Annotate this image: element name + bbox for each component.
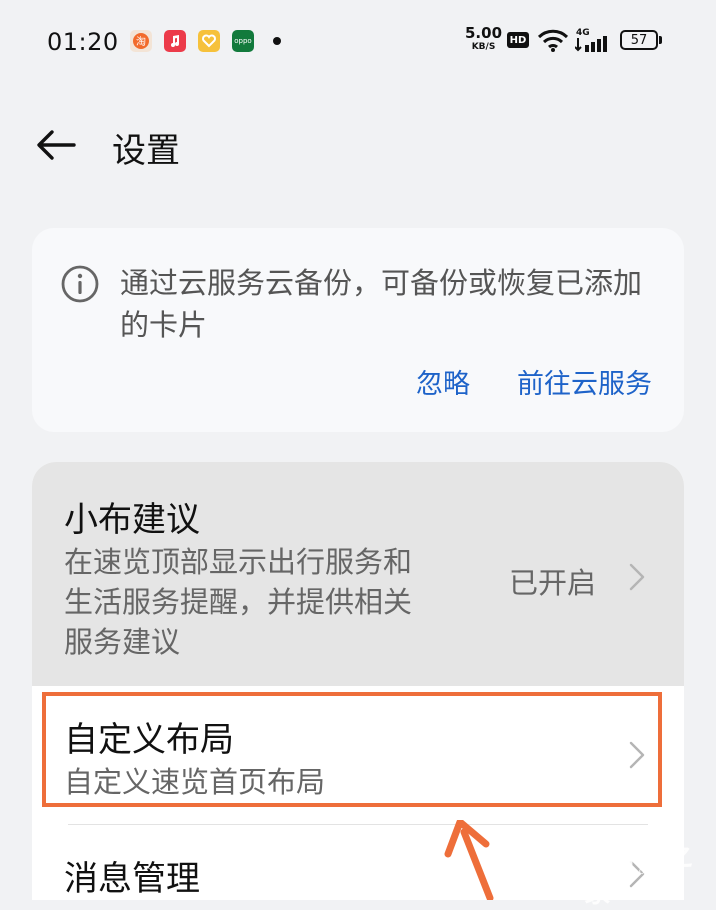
notification-dot-icon bbox=[273, 37, 281, 45]
message-management-title: 消息管理 bbox=[64, 859, 200, 899]
taobao-app-icon: 淘 bbox=[130, 30, 152, 52]
chevron-right-icon bbox=[629, 563, 645, 591]
back-arrow-icon[interactable] bbox=[36, 128, 76, 162]
watermark-url: www.oppo.cn bbox=[586, 866, 664, 877]
info-icon bbox=[61, 265, 99, 303]
page-title: 设置 bbox=[112, 131, 180, 171]
cloud-backup-message: 通过云服务云备份，可备份或恢复已添加的卡片 bbox=[120, 266, 643, 342]
heart-app-icon bbox=[198, 30, 220, 52]
battery-icon: 57 bbox=[620, 30, 658, 50]
xiaobu-suggestion-title: 小布建议 bbox=[64, 500, 200, 540]
music-app-icon bbox=[164, 30, 186, 52]
battery-level: 57 bbox=[630, 32, 648, 48]
xiaobu-suggestion-item[interactable]: 小布建议 在速览顶部显示出行服务和 生活服务提醒，并提供相关 服务建议 已开启 bbox=[32, 462, 684, 686]
settings-list: 小布建议 在速览顶部显示出行服务和 生活服务提醒，并提供相关 服务建议 已开启 … bbox=[32, 462, 684, 900]
ignore-button[interactable]: 忽略 bbox=[416, 362, 470, 401]
hd-icon: HD bbox=[507, 32, 529, 48]
cloud-backup-card: 通过云服务云备份，可备份或恢复已添加的卡片 忽略 前往云服务 bbox=[32, 228, 684, 432]
signal-icon bbox=[575, 36, 607, 52]
battery-tip bbox=[659, 36, 662, 44]
status-bar: 01:20 淘 oppo 5.00 KB/S HD 4G 57 bbox=[0, 0, 716, 84]
oppo-app-icon: oppo bbox=[232, 30, 254, 52]
wifi-icon bbox=[537, 29, 569, 52]
clock: 01:20 bbox=[47, 28, 119, 56]
annotation-arrow-icon bbox=[444, 820, 494, 900]
network-speed: 5.00 KB/S bbox=[465, 24, 503, 52]
highlight-box bbox=[42, 692, 662, 807]
xiaobu-suggestion-status: 已开启 bbox=[509, 566, 597, 600]
oppo-logo-icon bbox=[538, 832, 576, 880]
xiaobu-suggestion-description: 在速览顶部显示出行服务和 生活服务提醒，并提供相关 服务建议 bbox=[64, 545, 413, 659]
go-to-cloud-service-button[interactable]: 前往云服务 bbox=[517, 362, 652, 401]
svg-text:淘: 淘 bbox=[136, 35, 146, 48]
